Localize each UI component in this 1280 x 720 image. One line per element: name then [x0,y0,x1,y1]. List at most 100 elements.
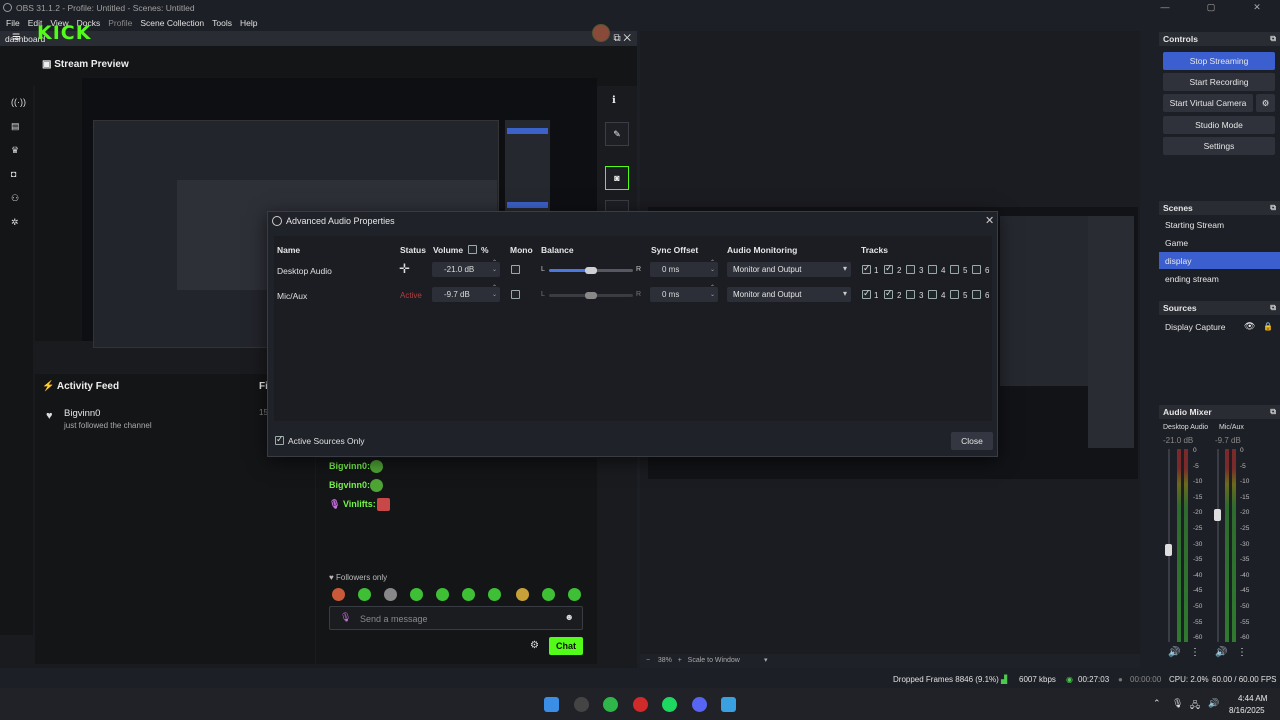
avatar[interactable] [592,24,610,42]
close-icon[interactable]: ✕ [985,214,994,227]
minimize-button[interactable]: — [1142,0,1188,15]
menu-profile[interactable]: Profile [108,15,137,31]
emote-icon[interactable] [462,588,475,601]
dialog-close-button[interactable]: Close [951,432,993,450]
virtual-camera-settings-button[interactable]: ⚙ [1256,94,1275,112]
balance-slider-handle[interactable] [585,292,597,299]
studio-mode-button[interactable]: Studio Mode [1163,116,1275,134]
dock-close-icon[interactable]: ⧉ ✕ [613,33,631,44]
chat-settings-icon[interactable]: ⚙ [530,640,539,651]
spotify-icon[interactable] [662,697,677,712]
zoom-out-button[interactable]: − [646,657,650,664]
chat-user[interactable]: 🎙 Vinlifts: [329,499,376,510]
track-checkbox[interactable] [928,265,937,274]
mono-checkbox[interactable] [511,265,520,274]
bot-toggle-button[interactable]: ◙ [605,166,629,190]
emoji-icon[interactable]: ☻ [565,612,574,622]
emote-icon[interactable] [516,588,529,601]
volume-fader-handle[interactable] [1214,509,1221,521]
track-checkbox[interactable] [906,265,915,274]
clock-date[interactable]: 8/16/2025 [1229,706,1265,715]
volume-spinbox[interactable]: -9.7 dB [432,285,500,302]
windows-start-icon[interactable] [544,697,559,712]
source-item[interactable]: Display Capture [1165,322,1225,332]
track-checkbox[interactable] [884,263,893,274]
broadcast-icon[interactable]: ((·)) [11,97,26,107]
close-window-button[interactable]: ✕ [1234,0,1280,15]
clock-time[interactable]: 4:44 AM [1238,694,1267,703]
settings-button[interactable]: Settings [1163,137,1275,155]
emote-icon[interactable] [384,588,397,601]
trophy-icon[interactable]: ♛ [11,145,19,156]
dock-float-icon[interactable]: ⧉ [1270,303,1276,313]
emote-icon[interactable] [568,588,581,601]
emote-icon[interactable] [436,588,449,601]
opera-icon[interactable] [633,697,648,712]
track-checkbox[interactable] [862,263,871,274]
chevron-down-icon[interactable]: ▾ [764,656,768,664]
track-checkbox[interactable] [884,288,893,299]
track-checkbox[interactable] [928,290,937,299]
discord-icon[interactable] [692,697,707,712]
chat-user[interactable]: Bigvinn0: [329,480,370,490]
settings-icon[interactable]: ✲ [11,217,19,228]
dock-float-icon[interactable]: ⧉ [1270,407,1276,417]
emote-icon[interactable] [332,588,345,601]
stop-streaming-button[interactable]: Stop Streaming [1163,52,1275,70]
activity-user[interactable]: Bigvinn0 [64,408,100,419]
tray-mic-icon[interactable]: 🎙 [1172,698,1183,709]
emote-icon[interactable] [410,588,423,601]
zoom-in-button[interactable]: + [678,657,682,664]
track-checkbox[interactable] [906,290,915,299]
track-checkbox[interactable] [972,265,981,274]
sync-offset-spinbox[interactable]: 0 ms [650,260,718,277]
start-virtual-camera-button[interactable]: Start Virtual Camera [1163,94,1253,112]
scale-select[interactable]: Scale to Window [688,657,740,664]
volume-spinbox[interactable]: -21.0 dB [432,260,500,277]
percent-checkbox[interactable] [468,245,477,254]
app-taskbar-icon[interactable] [603,697,618,712]
mono-checkbox[interactable] [511,290,520,299]
bot-icon[interactable]: ◘ [11,169,16,179]
dock-float-icon[interactable]: ⧉ [1270,34,1276,44]
more-options-icon[interactable]: ⋮ [1237,647,1247,658]
menu-help[interactable]: Help [240,15,262,31]
hamburger-menu-icon[interactable]: ≡ [12,28,20,44]
scene-item[interactable]: ending stream [1159,270,1280,287]
layout-icon[interactable]: ▤ [11,121,20,132]
speaker-icon[interactable]: 🔊 [1168,647,1180,658]
obs-taskbar-icon[interactable] [574,697,589,712]
volume-fader-handle[interactable] [1165,544,1172,556]
dock-float-icon[interactable]: ⧉ [1270,203,1276,213]
scene-item-selected[interactable]: display [1159,252,1280,269]
chat-message-input[interactable]: Send a message 🎙 ☻ [329,606,583,630]
audio-monitoring-select[interactable]: Monitor and Output [727,262,851,277]
lock-icon[interactable]: 🔒 [1263,322,1273,331]
chat-send-button[interactable]: Chat [549,637,583,655]
app-taskbar-icon[interactable] [721,697,736,712]
track-checkbox[interactable] [950,290,959,299]
emote-icon[interactable] [488,588,501,601]
edit-pencil-button[interactable]: ✎ [605,122,629,146]
more-options-icon[interactable]: ⋮ [1190,647,1200,658]
speaker-icon[interactable]: 🔊 [1215,647,1227,658]
tray-volume-icon[interactable]: 🔊 [1208,698,1219,709]
menu-scene-collection[interactable]: Scene Collection [140,15,209,31]
menu-tools[interactable]: Tools [212,15,237,31]
active-sources-only-checkbox[interactable] [275,434,284,445]
users-icon[interactable]: ⚇ [11,193,19,204]
start-recording-button[interactable]: Start Recording [1163,73,1275,91]
tray-network-icon[interactable]: 🖧 [1190,698,1200,714]
balance-slider-handle[interactable] [585,267,597,274]
audio-monitoring-select[interactable]: Monitor and Output [727,287,851,302]
track-checkbox[interactable] [950,265,959,274]
scene-item[interactable]: Starting Stream [1159,216,1280,233]
track-checkbox[interactable] [862,288,871,299]
eye-icon[interactable]: 👁 [1244,321,1255,332]
sync-offset-spinbox[interactable]: 0 ms [650,285,718,302]
tray-chevron-icon[interactable]: ⌃ [1153,698,1161,709]
maximize-button[interactable]: ▢ [1188,0,1234,15]
track-checkbox[interactable] [972,290,981,299]
emote-icon[interactable] [542,588,555,601]
emote-icon[interactable] [358,588,371,601]
